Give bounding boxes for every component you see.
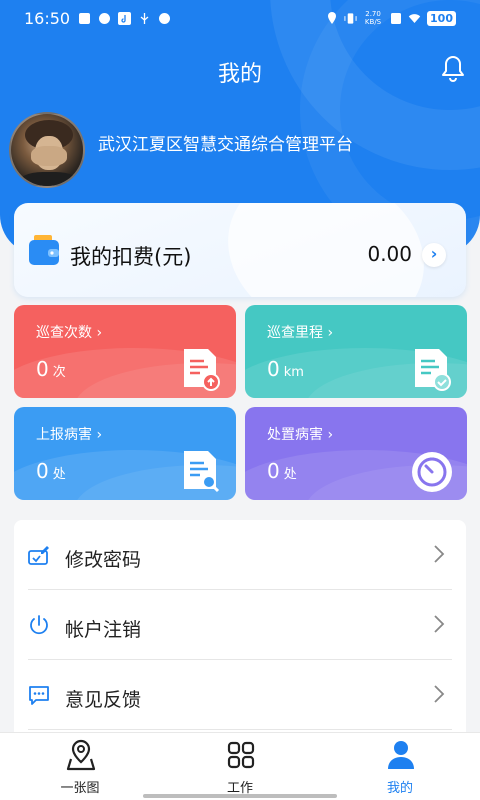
page-title: 我的 (217, 62, 262, 87)
stat-number: 0 (267, 459, 280, 483)
stat-number: 0 (36, 357, 49, 381)
notification-icon (98, 12, 111, 25)
usb-icon (138, 12, 151, 25)
timer-icon (410, 450, 454, 494)
feedback-icon (28, 684, 50, 706)
network-speed-value: 2.70 (365, 10, 381, 18)
stat-value: 0处 (267, 459, 297, 483)
menu-item-feedback[interactable]: 意见反馈 (28, 660, 452, 730)
location-icon (325, 12, 338, 25)
bottom-tab-bar: 一张图 工作 我的 (0, 732, 480, 800)
fee-card[interactable]: 我的扣费(元) 0.00 › (14, 203, 466, 297)
stat-card-inspection-count[interactable]: 巡查次数 › 0次 (14, 305, 236, 398)
document-upload-icon (182, 347, 220, 391)
tiktok-icon (118, 11, 132, 25)
vibrate-icon (344, 12, 357, 25)
grid-icon (226, 739, 256, 771)
fee-value: 0.00 (367, 242, 412, 266)
stat-number: 0 (267, 357, 280, 381)
fee-label: 我的扣费(元) (70, 245, 192, 269)
tab-map[interactable]: 一张图 (30, 733, 130, 800)
sim-icon (389, 12, 402, 25)
document-check-icon (413, 347, 451, 391)
stat-unit: 处 (52, 467, 66, 482)
notification-icons (78, 11, 171, 25)
chevron-right-icon (432, 612, 446, 636)
power-icon (28, 614, 50, 636)
wallet-icon (28, 233, 60, 267)
stat-card-handled-defects[interactable]: 处置病害 › 0处 (245, 407, 467, 500)
stat-title: 处置病害 › (267, 427, 334, 443)
stat-value: 0处 (36, 459, 66, 483)
status-time: 16:50 (24, 8, 71, 28)
tab-label: 一张图 (60, 781, 100, 796)
compass-icon (158, 12, 171, 25)
stat-unit: 处 (283, 467, 297, 482)
avatar[interactable] (9, 112, 85, 188)
wifi-icon (408, 12, 421, 25)
stat-card-inspection-mileage[interactable]: 巡查里程 › 0 km (245, 305, 467, 398)
stat-value: 0次 (36, 357, 66, 381)
edit-password-icon (28, 544, 50, 566)
menu-item-deactivate-account[interactable]: 帐户注销 (28, 590, 452, 660)
tab-work[interactable]: 工作 (190, 733, 290, 800)
notification-icon (78, 12, 91, 25)
stat-number: 0 (36, 459, 49, 483)
chevron-right-icon[interactable]: › (422, 243, 446, 267)
organization-name: 武汉江夏区智慧交通综合管理平台 (98, 135, 353, 155)
map-pin-icon (66, 739, 96, 771)
menu-item-label: 帐户注销 (65, 619, 142, 641)
menu-item-label: 修改密码 (65, 549, 142, 571)
stat-unit: km (283, 365, 304, 380)
stat-title: 上报病害 › (36, 427, 103, 443)
chevron-right-icon (432, 682, 446, 706)
stat-unit: 次 (52, 365, 66, 380)
battery-level: 100 (427, 10, 456, 26)
status-bar: 16:50 2.70 KB/S 100 (0, 0, 480, 36)
network-speed: 2.70 KB/S (363, 10, 383, 26)
network-speed-unit: KB/S (364, 18, 382, 26)
chevron-right-icon (432, 542, 446, 566)
stat-value: 0 km (267, 357, 304, 381)
home-indicator[interactable] (143, 794, 337, 798)
stat-title: 巡查里程 › (267, 325, 334, 341)
menu-item-label: 意见反馈 (65, 689, 142, 711)
bell-icon[interactable] (440, 54, 466, 82)
tab-mine[interactable]: 我的 (350, 733, 450, 800)
stat-card-reported-defects[interactable]: 上报病害 › 0处 (14, 407, 236, 500)
menu-item-change-password[interactable]: 修改密码 (28, 520, 452, 590)
user-icon (386, 739, 416, 771)
document-search-icon (182, 449, 220, 493)
settings-menu: 修改密码 帐户注销 意见反馈 (14, 520, 466, 740)
tab-label: 我的 (386, 781, 413, 796)
stat-title: 巡查次数 › (36, 325, 103, 341)
